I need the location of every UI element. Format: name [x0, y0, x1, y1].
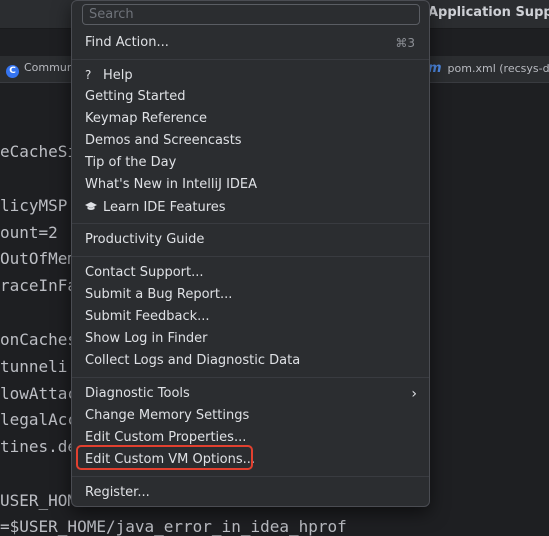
code-line: tunneli	[0, 357, 68, 376]
highlight-box	[76, 445, 253, 470]
code-line: raceInFa	[0, 276, 78, 295]
find-action-shortcut: ⌘3	[395, 36, 415, 50]
window-title: Application Support	[428, 5, 549, 20]
code-line: lowAttac	[0, 384, 78, 403]
editor-tab-left[interactable]: C Commun	[6, 61, 74, 78]
menu-item-label: Find Action...	[85, 35, 169, 50]
code-line: legalAcc	[0, 410, 78, 429]
menu-item-label: Keymap Reference	[85, 111, 208, 126]
menu-item-contact-support[interactable]: Contact Support...	[72, 262, 429, 284]
code-line: licyMSP	[0, 196, 68, 215]
menu-item-keymap-reference[interactable]: Keymap Reference	[72, 108, 429, 130]
menu-item-label: Show Log in Finder	[85, 331, 208, 346]
menu-item-getting-started[interactable]: Getting Started	[72, 86, 429, 108]
graduation-cap-icon	[85, 196, 103, 218]
menu-separator	[72, 59, 429, 60]
menu-item-label: Getting Started	[85, 89, 186, 104]
code-line: =$USER_HOME/java_error_in_idea_hprof	[0, 517, 347, 536]
menu-item-collect-logs[interactable]: Collect Logs and Diagnostic Data	[72, 350, 429, 372]
menu-item-label: Submit Feedback...	[85, 309, 210, 324]
menu-item-label: Submit a Bug Report...	[85, 287, 233, 302]
code-line: eCacheSi	[0, 142, 78, 161]
search-input[interactable]	[82, 4, 420, 25]
code-line: ount=2	[0, 223, 58, 242]
menu-item-demos-screencasts[interactable]: Demos and Screencasts	[72, 130, 429, 152]
menu-separator	[72, 476, 429, 477]
code-line: OutOfMem	[0, 249, 78, 268]
menu-item-label: Change Memory Settings	[85, 408, 250, 423]
menu-item-label: Register...	[85, 485, 150, 500]
submenu-arrow-icon: ›	[411, 386, 417, 402]
menu-item-help[interactable]: ? Help	[72, 64, 429, 86]
menu-item-label: What's New in IntelliJ IDEA	[85, 177, 258, 192]
menu-item-label: Edit Custom Properties...	[85, 430, 247, 445]
menu-item-productivity-guide[interactable]: Productivity Guide	[72, 229, 429, 251]
class-c-icon: C	[6, 65, 19, 78]
menu-item-label: Productivity Guide	[85, 232, 205, 247]
menu-item-label: Help	[103, 68, 133, 83]
menu-item-label: Collect Logs and Diagnostic Data	[85, 353, 301, 368]
editor-tab-left-label: Commun	[24, 61, 74, 74]
code-line: tines.de	[0, 437, 78, 456]
menu-item-find-action[interactable]: Find Action... ⌘3	[72, 32, 429, 54]
menu-item-submit-feedback[interactable]: Submit Feedback...	[72, 306, 429, 328]
code-line: onCaches	[0, 330, 78, 349]
menu-item-label: Demos and Screencasts	[85, 133, 242, 148]
menu-item-diagnostic-tools[interactable]: Diagnostic Tools ›	[72, 383, 429, 405]
code-line: USER_HOM	[0, 491, 78, 510]
menu-item-label: Diagnostic Tools	[85, 386, 190, 401]
menu-item-register[interactable]: Register...	[72, 482, 429, 504]
menu-separator	[72, 223, 429, 224]
menu-item-submit-bug-report[interactable]: Submit a Bug Report...	[72, 284, 429, 306]
help-menu-popup: Find Action... ⌘3 ?Help Getting Started …	[71, 0, 430, 507]
menu-item-label: Tip of the Day	[85, 155, 177, 170]
menu-item-label: Learn IDE Features	[103, 200, 226, 215]
menu-item-label: Contact Support...	[85, 265, 204, 280]
menu-item-tip-of-the-day[interactable]: Tip of the Day	[72, 152, 429, 174]
menu-item-whats-new[interactable]: What's New in IntelliJ IDEA	[72, 174, 429, 196]
menu-item-learn-ide-features[interactable]: Learn IDE Features	[72, 196, 429, 218]
question-icon: ?	[85, 68, 92, 82]
menu-item-change-memory-settings[interactable]: Change Memory Settings	[72, 405, 429, 427]
menu-separator	[72, 377, 429, 378]
editor-tab-pom-label: pom.xml (recsys-d	[447, 62, 549, 75]
menu-item-show-log-in-finder[interactable]: Show Log in Finder	[72, 328, 429, 350]
editor-tab-pom[interactable]: m pom.xml (recsys-d	[428, 61, 549, 76]
maven-m-icon: m	[428, 61, 442, 76]
menu-separator	[72, 256, 429, 257]
